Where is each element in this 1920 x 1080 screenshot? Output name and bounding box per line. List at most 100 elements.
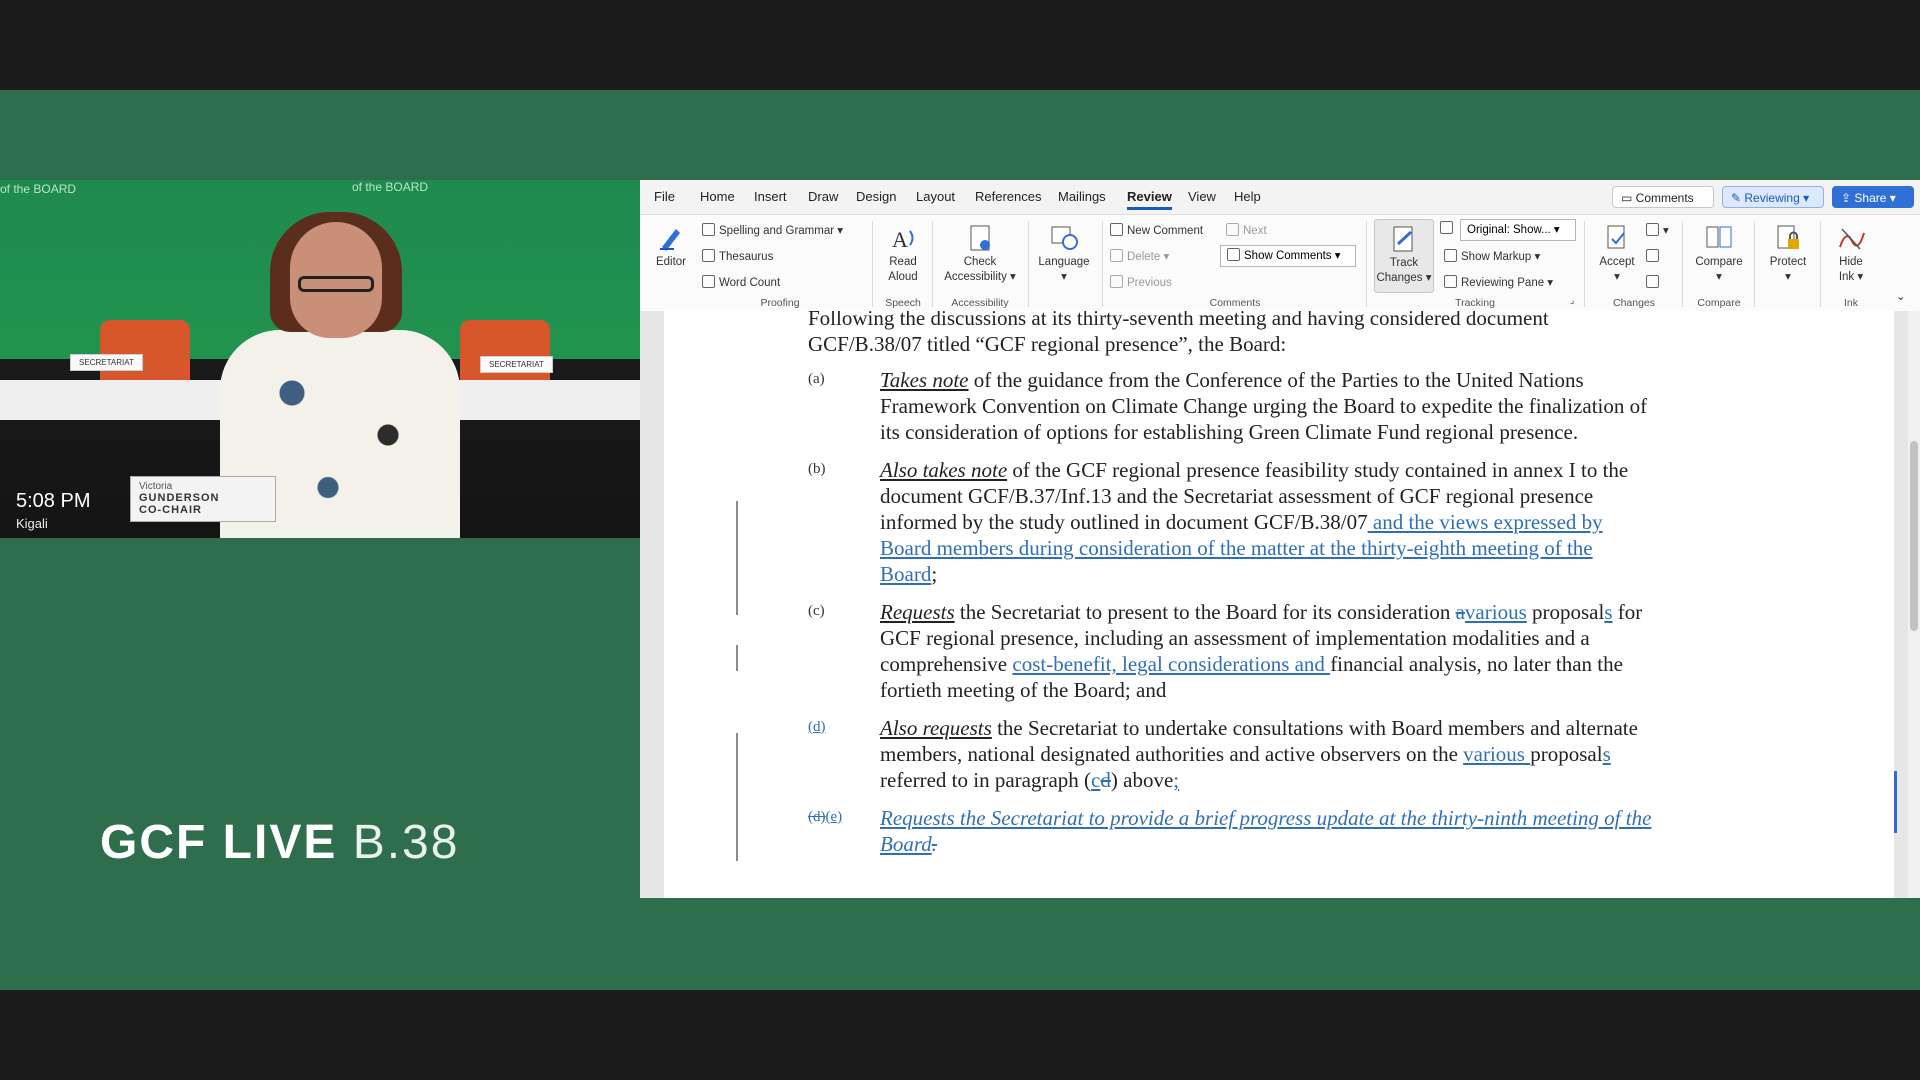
tracked-insertion[interactable]: cost-benefit, legal considerations and xyxy=(1012,652,1330,676)
thesaurus-icon xyxy=(702,249,715,262)
comment-icon: ▭ xyxy=(1621,191,1636,205)
group-label-compare: Compare xyxy=(1697,297,1741,309)
previous-change-icon[interactable] xyxy=(1646,249,1663,263)
tracked-insertion[interactable]: Board xyxy=(880,832,932,856)
tracked-deletion[interactable]: a xyxy=(1456,600,1465,624)
spelling-grammar-button[interactable]: Spelling and Grammar ▾ xyxy=(702,223,843,237)
check-accessibility-label-1: Check xyxy=(963,256,997,268)
show-markup-label: Show Markup xyxy=(1461,251,1532,263)
tracked-insertion[interactable]: ; xyxy=(1173,768,1179,792)
check-accessibility-label-2: Accessibility xyxy=(944,271,1007,283)
speaker-video-feed: of the BOARD of the BOARD SECRETARIAT SE… xyxy=(0,180,640,538)
reviewing-pane-icon xyxy=(1444,275,1457,288)
word-count-button[interactable]: Word Count xyxy=(702,275,780,289)
tracked-insertion[interactable]: Board members during consideration of th… xyxy=(880,536,1593,560)
reviewing-pane-button[interactable]: Reviewing Pane ▾ xyxy=(1444,275,1553,289)
document-page[interactable]: Following the discussions at its thirty-… xyxy=(664,311,1894,898)
tab-draw[interactable]: Draw xyxy=(808,189,838,204)
tracked-deletion[interactable]: (d) xyxy=(808,809,826,825)
paragraph-c-line-1: Requests the Secretariat to present to t… xyxy=(880,599,1642,625)
tracked-insertion[interactable]: Requests the Secretariat to provide a br… xyxy=(880,806,1651,830)
separator xyxy=(1682,221,1683,307)
show-markup-button[interactable]: Show Markup ▾ xyxy=(1444,249,1540,263)
paragraph-d-line-3: referred to in paragraph (cd) above; xyxy=(880,767,1179,793)
tracked-deletion[interactable]: d xyxy=(1100,768,1111,792)
nameplate: Victoria GUNDERSON CO-CHAIR xyxy=(130,476,276,522)
tab-references[interactable]: References xyxy=(975,189,1041,204)
paragraph-c-text: for xyxy=(1612,600,1643,624)
scrollbar-thumb[interactable] xyxy=(1910,441,1918,631)
markup-dropdown-label: Original: Show... xyxy=(1467,224,1551,236)
secretariat-card: SECRETARIAT xyxy=(480,356,553,373)
paragraph-b-lead: Also takes note xyxy=(880,458,1008,482)
intro-line-1: Following the discussions at its thirty-… xyxy=(808,311,1549,330)
paragraph-b-line-5: Board; xyxy=(880,561,937,587)
tracked-insertion[interactable]: various xyxy=(1463,742,1530,766)
tracked-insertion[interactable]: and the views expressed by xyxy=(1368,510,1603,534)
show-markup-icon xyxy=(1444,249,1457,262)
tab-view[interactable]: View xyxy=(1188,189,1216,204)
tab-home[interactable]: Home xyxy=(700,189,735,204)
tracked-deletion[interactable]: . xyxy=(932,832,937,856)
next-change-icon[interactable] xyxy=(1646,275,1663,289)
compare-button[interactable]: Compare ▾ xyxy=(1688,223,1750,285)
tracked-insertion[interactable]: various xyxy=(1465,600,1527,624)
tracked-insertion[interactable]: s xyxy=(1604,600,1612,624)
check-accessibility-button[interactable]: Check Accessibility ▾ xyxy=(938,223,1022,285)
tab-file[interactable]: File xyxy=(654,189,675,204)
paragraph-a-text: of the guidance from the Conference of t… xyxy=(968,368,1584,392)
separator xyxy=(1820,221,1821,307)
paragraph-a-line-2: Framework Convention on Climate Change u… xyxy=(880,394,1648,418)
tab-insert[interactable]: Insert xyxy=(754,189,787,204)
language-button[interactable]: Language ▾ xyxy=(1034,223,1094,285)
paragraph-b-line-1: Also takes note of the GCF regional pres… xyxy=(880,457,1628,483)
share-button[interactable]: ⇪ Share ▾ xyxy=(1832,186,1914,208)
tracking-options-launcher-icon[interactable]: ⌟ xyxy=(1570,295,1574,306)
group-label-ink: Ink xyxy=(1843,297,1858,309)
separator xyxy=(1366,221,1367,307)
thesaurus-button[interactable]: Thesaurus xyxy=(702,249,773,263)
paragraph-b-line-3: informed by the study outlined in docume… xyxy=(880,509,1603,535)
reviewing-mode-button[interactable]: ✎ Reviewing ▾ xyxy=(1722,186,1824,208)
comments-button[interactable]: ▭ Comments xyxy=(1612,186,1714,208)
accept-button[interactable]: Accept ▾ xyxy=(1592,223,1642,285)
protect-label: Protect xyxy=(1769,256,1807,268)
new-comment-button[interactable]: New Comment xyxy=(1110,223,1203,237)
group-label-accessibility: Accessibility xyxy=(951,297,1009,309)
separator xyxy=(1584,221,1585,307)
tracked-insertion[interactable]: s xyxy=(1603,742,1611,766)
tab-review[interactable]: Review xyxy=(1127,189,1172,210)
tab-help[interactable]: Help xyxy=(1234,189,1261,204)
logo-meeting: B.38 xyxy=(352,816,460,869)
tracked-insertion[interactable]: Board xyxy=(880,562,931,586)
tracked-insertion[interactable]: c xyxy=(1091,768,1100,792)
tab-design[interactable]: Design xyxy=(856,189,896,204)
collapse-ribbon-chevron-icon[interactable]: ⌄ xyxy=(1896,289,1906,303)
backdrop-text: of the BOARD xyxy=(0,182,77,196)
editor-icon xyxy=(660,229,680,251)
scroll-position-marker xyxy=(1894,771,1897,833)
paragraph-d-line-1: Also requests the Secretariat to underta… xyxy=(880,715,1638,741)
track-changes-button[interactable]: Track Changes ▾ xyxy=(1374,219,1434,293)
protect-button[interactable]: Protect ▾ xyxy=(1760,223,1816,285)
hide-ink-button[interactable]: Hide Ink ▾ xyxy=(1826,223,1876,285)
svg-text:A: A xyxy=(892,227,908,252)
show-comments-button[interactable]: Show Comments ▾ xyxy=(1220,245,1356,267)
paragraph-d-text: ) above xyxy=(1110,768,1174,792)
delete-comment-button[interactable]: Delete ▾ xyxy=(1110,249,1169,263)
tracked-insertion[interactable]: (e) xyxy=(826,809,843,825)
tab-layout[interactable]: Layout xyxy=(916,189,955,204)
previous-comment-button[interactable]: Previous xyxy=(1110,275,1172,289)
paragraph-d-text: members, national designated authorities… xyxy=(880,742,1464,766)
next-comment-button[interactable]: Next xyxy=(1226,223,1267,237)
display-for-review-dropdown[interactable]: Original: Show... ▾ xyxy=(1460,219,1576,241)
group-label-comments: Comments xyxy=(1209,297,1261,309)
tab-mailings[interactable]: Mailings xyxy=(1058,189,1106,204)
editor-button[interactable]: Editor xyxy=(648,223,694,270)
document-canvas: Following the discussions at its thirty-… xyxy=(640,311,1920,898)
accept-label: Accept xyxy=(1599,256,1635,268)
reject-change-icon[interactable]: ▾ xyxy=(1646,223,1669,237)
vertical-scrollbar[interactable] xyxy=(1908,311,1920,898)
ink-icon xyxy=(1839,228,1865,250)
read-aloud-button[interactable]: A Read Aloud xyxy=(880,223,926,285)
